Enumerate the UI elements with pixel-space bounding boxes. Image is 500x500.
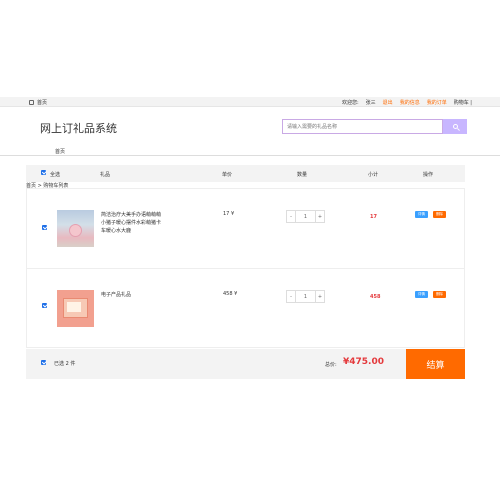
footer-select-all-checkbox[interactable]: [41, 360, 46, 365]
checkbox-checked-icon: [41, 170, 46, 175]
header: 网上订礼品系统 首页: [0, 107, 500, 155]
unit-price: 458 ¥: [223, 291, 238, 297]
checkout-button[interactable]: 结算: [406, 349, 465, 379]
product-name[interactable]: 简洁治疗大美手办语萌萌萌小猪子暖心摆件水彩萌猪卡车暖心水大鹿: [101, 211, 161, 235]
delete-button[interactable]: 删除: [433, 211, 446, 218]
increase-button[interactable]: +: [316, 291, 324, 302]
quantity-stepper: - 1 +: [286, 290, 325, 303]
item-actions: 详情 删除: [415, 291, 446, 298]
site-logo[interactable]: 网上订礼品系统: [40, 120, 117, 136]
item-checkbox[interactable]: [42, 303, 47, 308]
item-checkbox[interactable]: [42, 225, 47, 230]
header-unit-price: 单价: [222, 172, 233, 178]
header-gift: 礼品: [100, 172, 111, 178]
quantity-stepper: - 1 +: [286, 210, 325, 223]
cart-items: 简洁治疗大美手办语萌萌萌小猪子暖心摆件水彩萌猪卡车暖心水大鹿 17 ¥ - 1 …: [26, 188, 465, 348]
product-image[interactable]: [57, 290, 94, 327]
search-button[interactable]: [443, 119, 467, 134]
top-home-label: 首页: [37, 100, 48, 106]
top-bar: 首页 欢迎您: 张三 退出 我的信息 我的订单 购物车 |: [0, 97, 500, 107]
cart-footer: 已选 2 件 总价: ¥475.00 结算: [26, 349, 465, 379]
search-icon: [452, 124, 458, 129]
header-select-all[interactable]: 全选: [50, 171, 60, 178]
unit-price: 17 ¥: [223, 211, 235, 217]
pig-figure-icon: [69, 224, 82, 237]
search-bar: [282, 119, 467, 134]
cart-table-header: 全选 礼品 单价 数量 小计 操作: [26, 165, 465, 182]
header-quantity: 数量: [297, 172, 308, 178]
detail-button[interactable]: 详情: [415, 211, 428, 218]
detail-button[interactable]: 详情: [415, 291, 428, 298]
cart-link[interactable]: 购物车 |: [454, 99, 472, 106]
selected-count: 已选 2 件: [54, 361, 76, 367]
total-label: 总价:: [325, 362, 337, 368]
header-subtotal: 小计: [368, 172, 379, 178]
user-links: 欢迎您: 张三 退出 我的信息 我的订单 购物车 |: [342, 99, 472, 106]
welcome-text: 欢迎您:: [341, 100, 359, 106]
my-orders-link[interactable]: 我的订单: [427, 99, 447, 106]
item-subtotal: 458: [370, 294, 381, 300]
quantity-value[interactable]: 1: [295, 211, 316, 222]
increase-button[interactable]: +: [316, 211, 324, 222]
top-home-link[interactable]: 首页: [29, 99, 47, 106]
nav-divider: [0, 155, 500, 156]
select-all-checkbox[interactable]: [41, 170, 46, 177]
cart-row: 简洁治疗大美手办语萌萌萌小猪子暖心摆件水彩萌猪卡车暖心水大鹿 17 ¥ - 1 …: [27, 189, 464, 269]
note-card-icon: [67, 302, 81, 312]
total-price: ¥475.00: [343, 357, 384, 367]
home-icon: [29, 100, 34, 105]
cart-row: 电子产品礼品 458 ¥ - 1 + 458 详情 删除: [27, 269, 464, 349]
search-input[interactable]: [282, 119, 443, 134]
logout-link[interactable]: 退出: [383, 99, 393, 106]
item-actions: 详情 删除: [415, 211, 446, 218]
product-image[interactable]: [57, 210, 94, 247]
item-subtotal: 17: [370, 214, 377, 220]
decrease-button[interactable]: -: [287, 291, 295, 302]
delete-button[interactable]: 删除: [433, 291, 446, 298]
header-actions: 操作: [423, 172, 434, 178]
nav-home-link[interactable]: 首页: [55, 148, 65, 155]
username: 张三: [365, 100, 376, 106]
product-name[interactable]: 电子产品礼品: [101, 291, 161, 299]
my-info-link[interactable]: 我的信息: [400, 99, 420, 106]
decrease-button[interactable]: -: [287, 211, 295, 222]
quantity-value[interactable]: 1: [295, 291, 316, 302]
